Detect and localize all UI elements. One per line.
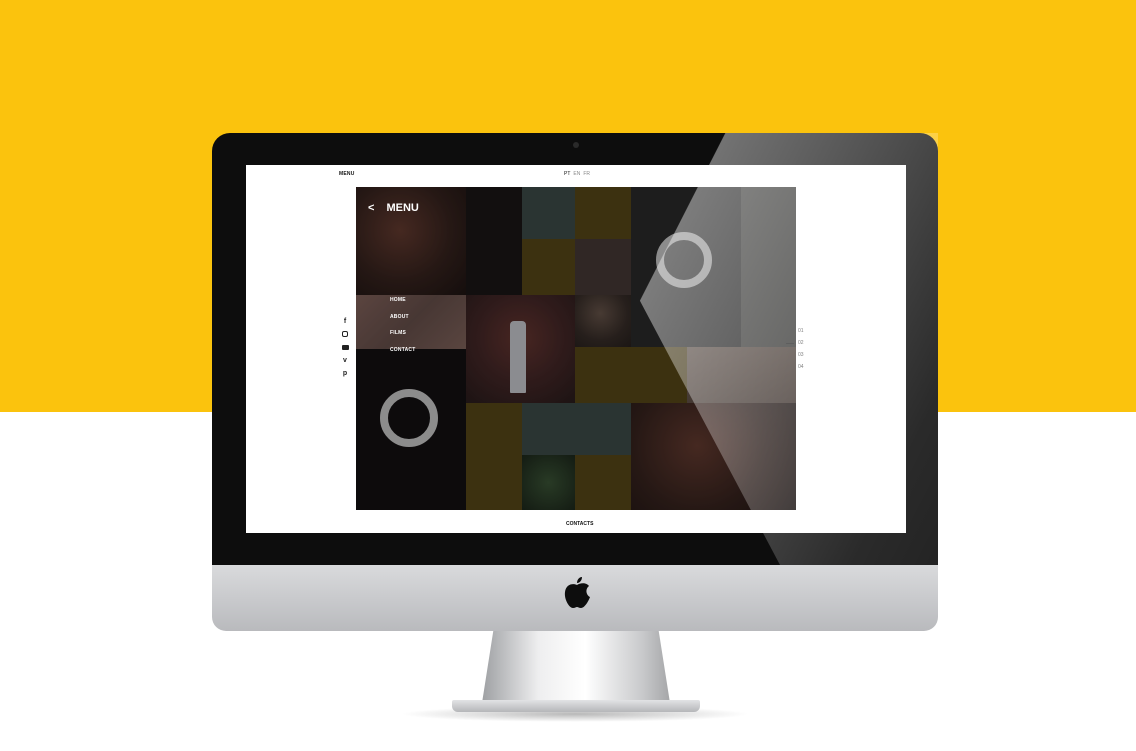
vimeo-icon[interactable]: v bbox=[341, 356, 349, 364]
film-collage: < MENU HOME ABOUT FILMS CONTACT bbox=[356, 187, 796, 510]
lang-en[interactable]: EN bbox=[573, 171, 580, 177]
social-links: f v p bbox=[341, 317, 351, 382]
pager-item-04[interactable]: 04 bbox=[798, 361, 804, 373]
menu-header: < MENU bbox=[368, 202, 419, 214]
top-menu-link[interactable]: MENU bbox=[339, 171, 355, 177]
pager-item-01[interactable]: 01 bbox=[798, 325, 804, 337]
imac-stand bbox=[482, 631, 670, 703]
menu-title: MENU bbox=[386, 202, 419, 214]
facebook-icon[interactable]: f bbox=[341, 317, 349, 325]
instagram-icon[interactable] bbox=[341, 330, 349, 338]
contacts-link[interactable]: CONTACTS bbox=[566, 521, 593, 527]
language-switcher: PT EN FR bbox=[564, 171, 593, 177]
imac-stand-base bbox=[452, 700, 700, 712]
slide-pager: 01 02 03 04 bbox=[786, 325, 804, 373]
chevron-left-icon[interactable]: < bbox=[368, 202, 374, 214]
screen: MENU PT EN FR f v p < MENU HOME ABOUT FI… bbox=[246, 165, 906, 533]
nav-item-home[interactable]: HOME bbox=[390, 297, 415, 314]
youtube-icon[interactable] bbox=[341, 343, 349, 351]
pager-item-02[interactable]: 02 bbox=[786, 337, 804, 349]
menu-overlay bbox=[356, 187, 796, 510]
apple-logo-icon bbox=[564, 577, 590, 608]
camera-icon bbox=[573, 142, 579, 148]
nav-item-about[interactable]: ABOUT bbox=[390, 314, 415, 331]
pinterest-icon[interactable]: p bbox=[341, 369, 349, 377]
menu-nav: HOME ABOUT FILMS CONTACT bbox=[390, 297, 415, 363]
nav-item-contact[interactable]: CONTACT bbox=[390, 347, 415, 364]
lang-pt[interactable]: PT bbox=[564, 171, 570, 177]
lang-fr[interactable]: FR bbox=[583, 171, 590, 177]
pager-item-03[interactable]: 03 bbox=[798, 349, 804, 361]
nav-item-films[interactable]: FILMS bbox=[390, 330, 415, 347]
